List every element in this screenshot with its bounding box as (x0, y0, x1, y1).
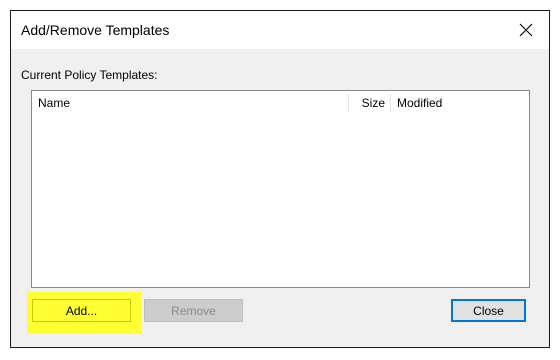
column-header-name-label: Name (38, 96, 71, 110)
dialog-title: Add/Remove Templates (21, 22, 170, 38)
list-header: Name Size Modified (32, 91, 529, 115)
add-button[interactable]: Add... (32, 299, 131, 322)
close-icon (519, 23, 533, 37)
column-header-modified-label: Modified (397, 96, 443, 110)
column-header-name[interactable]: Name (32, 91, 349, 115)
close-button[interactable]: Close (451, 299, 526, 322)
title-bar: Add/Remove Templates (11, 11, 549, 49)
column-header-modified[interactable]: Modified (391, 91, 529, 115)
add-remove-templates-dialog: Add/Remove Templates Current Policy Temp… (10, 10, 550, 348)
column-header-size-label: Size (361, 96, 385, 110)
current-policy-templates-label: Current Policy Templates: (21, 68, 158, 82)
remove-button[interactable]: Remove (144, 299, 243, 322)
column-header-size[interactable]: Size (349, 91, 391, 115)
templates-list[interactable]: Name Size Modified (31, 90, 530, 288)
title-close-button[interactable] (503, 11, 549, 49)
